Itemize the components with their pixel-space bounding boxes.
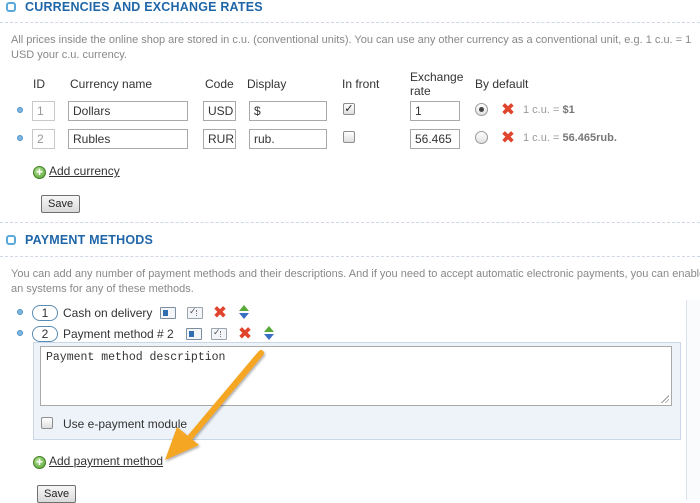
method-name[interactable]: Cash on delivery: [63, 306, 152, 320]
section-collapse-icon[interactable]: [6, 2, 16, 12]
in-front-checkbox[interactable]: [343, 131, 355, 143]
edit-settings-icon[interactable]: [211, 327, 227, 340]
currency-display-field[interactable]: rub.: [249, 129, 327, 149]
method-number: 1: [32, 305, 58, 321]
method-name[interactable]: Payment method # 2: [63, 327, 174, 341]
green-plus-icon[interactable]: +: [33, 456, 46, 469]
epayment-checkbox[interactable]: [41, 417, 53, 429]
resize-grip[interactable]: [661, 395, 669, 403]
section-collapse-icon[interactable]: [6, 235, 16, 245]
method-number: 2: [32, 326, 58, 342]
header-exchange-rate: Exchange rate: [410, 70, 464, 98]
currency-code-field[interactable]: USD: [203, 101, 236, 121]
red-x-icon[interactable]: ✖: [212, 304, 228, 321]
drag-dot-icon[interactable]: [17, 330, 23, 336]
divider: [0, 22, 700, 23]
drag-dot-icon[interactable]: [17, 309, 23, 315]
default-radio[interactable]: [475, 103, 488, 116]
default-radio[interactable]: [475, 131, 488, 144]
header-id: ID: [33, 77, 45, 91]
show-description-icon[interactable]: [160, 307, 176, 319]
currency-summary: 1 c.u. = $1: [523, 104, 575, 116]
save-currencies-button[interactable]: Save: [41, 195, 81, 213]
green-plus-icon[interactable]: +: [33, 166, 46, 179]
header-display: Display: [247, 77, 287, 91]
payment-description: You can add any number of payment method…: [11, 268, 700, 295]
red-x-icon[interactable]: ✖: [500, 129, 516, 146]
currencies-section-title: CURRENCIES AND EXCHANGE RATES: [25, 0, 263, 14]
scrollbar[interactable]: [686, 300, 700, 500]
header-code: Code: [205, 77, 234, 91]
red-x-icon[interactable]: ✖: [237, 325, 253, 342]
in-front-checkbox[interactable]: ✓: [343, 103, 355, 115]
drag-dot-icon[interactable]: [17, 135, 23, 141]
up-down-arrows-icon[interactable]: [262, 326, 276, 342]
add-currency-link[interactable]: Add currency: [49, 164, 120, 178]
header-in-front: In front: [342, 77, 380, 91]
exchange-rate-field[interactable]: 56.465: [410, 129, 460, 149]
method-description-textarea[interactable]: Payment method description: [40, 346, 672, 406]
up-down-arrows-icon[interactable]: [237, 305, 251, 321]
currency-id-field[interactable]: 2: [32, 129, 55, 149]
save-payment-button[interactable]: Save: [37, 485, 77, 503]
payment-section-title: PAYMENT METHODS: [25, 233, 154, 247]
currency-summary: 1 c.u. = 56.465rub.: [523, 132, 617, 144]
exchange-rate-field[interactable]: 1: [410, 101, 460, 121]
header-by-default: By default: [475, 77, 529, 91]
edit-settings-icon[interactable]: [187, 306, 203, 319]
red-x-icon[interactable]: ✖: [500, 101, 516, 118]
divider: [0, 256, 700, 257]
add-payment-method-link[interactable]: Add payment method: [49, 454, 163, 468]
currencies-description: All prices inside the online shop are st…: [11, 34, 692, 61]
annotation-arrow: [165, 350, 264, 460]
divider: [0, 222, 700, 223]
drag-dot-icon[interactable]: [17, 107, 23, 113]
currency-code-field[interactable]: RUR: [203, 129, 236, 149]
header-currency-name: Currency name: [70, 77, 153, 91]
show-description-icon[interactable]: [186, 328, 202, 340]
currency-id-field[interactable]: 1: [32, 101, 55, 121]
currency-name-field[interactable]: Rubles: [68, 129, 188, 149]
currency-display-field[interactable]: $: [249, 101, 327, 121]
currency-name-field[interactable]: Dollars: [68, 101, 188, 121]
